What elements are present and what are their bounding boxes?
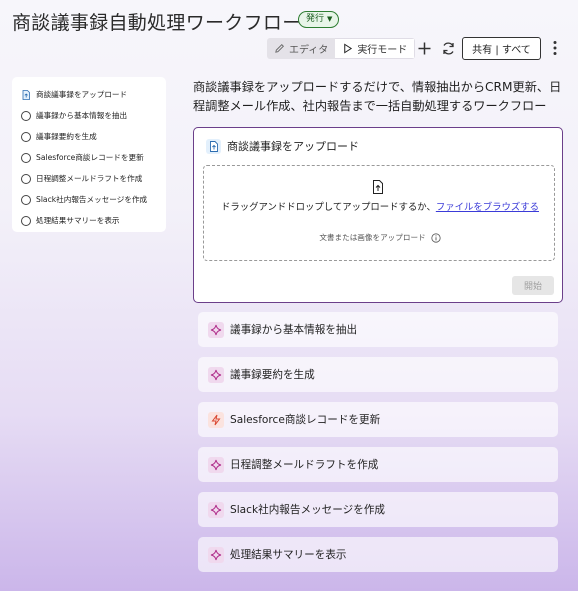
- pencil-icon: [275, 44, 284, 53]
- run-mode-label: 実行モード: [357, 45, 408, 56]
- sparkle-icon: [208, 501, 224, 518]
- info-icon[interactable]: [431, 232, 441, 243]
- sidebar-item-extract[interactable]: 議事録から基本情報を抽出: [21, 105, 166, 126]
- status-badge-label: 発行: [306, 14, 325, 24]
- caret-down-icon: ▼: [327, 15, 333, 23]
- sidebar-item-label: Salesforce商談レコードを更新: [36, 153, 144, 162]
- sparkle-icon: [208, 456, 224, 473]
- sidebar-item-label: 処理結果サマリーを表示: [36, 216, 120, 225]
- step-card-extract[interactable]: 議事録から基本情報を抽出: [198, 312, 558, 347]
- circle-icon: [21, 173, 31, 184]
- upload-file-icon: [373, 180, 383, 194]
- upload-step-title: 商談議事録をアップロード: [227, 140, 359, 153]
- publish-status-dropdown[interactable]: 発行 ▼: [298, 11, 340, 28]
- sparkle-icon: [208, 366, 224, 383]
- sidebar-item-label: 商談議事録をアップロード: [36, 90, 128, 99]
- sidebar-item-salesforce[interactable]: Salesforce商談レコードを更新: [21, 147, 166, 168]
- sidebar-item-label: Slack社内報告メッセージを作成: [36, 195, 148, 204]
- step-card-email-draft[interactable]: 日程調整メールドラフトを作成: [198, 447, 558, 482]
- dropzone-hint-text: 文書または画像をアップロード: [319, 233, 426, 242]
- sidebar-item-summary[interactable]: 議事録要約を生成: [21, 126, 166, 147]
- sparkle-icon: [208, 546, 224, 563]
- sparkle-icon: [208, 321, 224, 338]
- run-mode-button[interactable]: 実行モード: [335, 38, 416, 59]
- step-label: 議事録から基本情報を抽出: [230, 324, 358, 336]
- circle-icon: [21, 215, 31, 226]
- circle-icon: [21, 194, 31, 205]
- step-label: 日程調整メールドラフトを作成: [230, 459, 379, 471]
- editor-mode-button[interactable]: エディタ: [267, 38, 336, 59]
- step-label: Slack社内報告メッセージを作成: [230, 504, 386, 516]
- file-upload-icon: [206, 138, 221, 154]
- sidebar-item-result-summary[interactable]: 処理結果サマリーを表示: [21, 210, 166, 231]
- page-title: 商談議事録自動処理ワークフロー: [12, 12, 302, 34]
- sidebar-item-email-draft[interactable]: 日程調整メールドラフトを作成: [21, 168, 166, 189]
- step-label: Salesforce商談レコードを更新: [230, 414, 381, 426]
- sidebar-item-label: 日程調整メールドラフトを作成: [36, 174, 143, 183]
- upload-step-header: 商談議事録をアップロード: [206, 138, 359, 154]
- step-card-salesforce[interactable]: Salesforce商談レコードを更新: [198, 402, 558, 437]
- share-button[interactable]: 共有 | すべて: [462, 37, 541, 60]
- browse-files-link[interactable]: ファイルをブラウズする: [436, 202, 539, 213]
- bolt-icon: [208, 411, 224, 428]
- mode-toggle: エディタ 実行モード: [267, 38, 416, 59]
- step-sidebar: 商談議事録をアップロード 議事録から基本情報を抽出 議事録要約を生成 Sales…: [12, 77, 166, 232]
- more-vertical-icon[interactable]: [546, 39, 564, 57]
- step-card-slack[interactable]: Slack社内報告メッセージを作成: [198, 492, 558, 527]
- plus-icon[interactable]: [415, 39, 433, 57]
- circle-icon: [21, 110, 31, 121]
- sidebar-item-upload[interactable]: 商談議事録をアップロード: [21, 84, 166, 105]
- dropzone-hint: 文書または画像をアップロード: [204, 232, 556, 243]
- dropzone-text: ドラッグアンドドロップしてアップロードするか、: [221, 202, 436, 213]
- sidebar-item-label: 議事録から基本情報を抽出: [36, 111, 128, 120]
- play-icon: [344, 43, 353, 54]
- sidebar-item-slack[interactable]: Slack社内報告メッセージを作成: [21, 189, 166, 210]
- step-card-result-summary[interactable]: 処理結果サマリーを表示: [198, 537, 558, 572]
- circle-icon: [21, 131, 31, 142]
- sidebar-item-label: 議事録要約を生成: [36, 132, 97, 141]
- workflow-description: 商談議事録をアップロードするだけで、情報抽出からCRM更新、日程調整メール作成、…: [193, 80, 562, 113]
- dropzone-instructions: ドラッグアンドドロップしてアップロードするか、ファイルをブラウズする: [204, 202, 556, 214]
- file-dropzone[interactable]: ドラッグアンドドロップしてアップロードするか、ファイルをブラウズする 文書または…: [203, 165, 555, 261]
- step-label: 議事録要約を生成: [230, 369, 315, 381]
- step-label: 処理結果サマリーを表示: [230, 549, 347, 561]
- circle-icon: [21, 152, 31, 163]
- step-card-summary[interactable]: 議事録要約を生成: [198, 357, 558, 392]
- upload-step-card: 商談議事録をアップロード ドラッグアンドドロップしてアップロードするか、ファイル…: [193, 127, 563, 303]
- editor-mode-label: エディタ: [289, 45, 329, 56]
- file-upload-icon: [22, 89, 30, 100]
- start-button[interactable]: 開始: [512, 276, 554, 295]
- refresh-icon[interactable]: [439, 39, 457, 57]
